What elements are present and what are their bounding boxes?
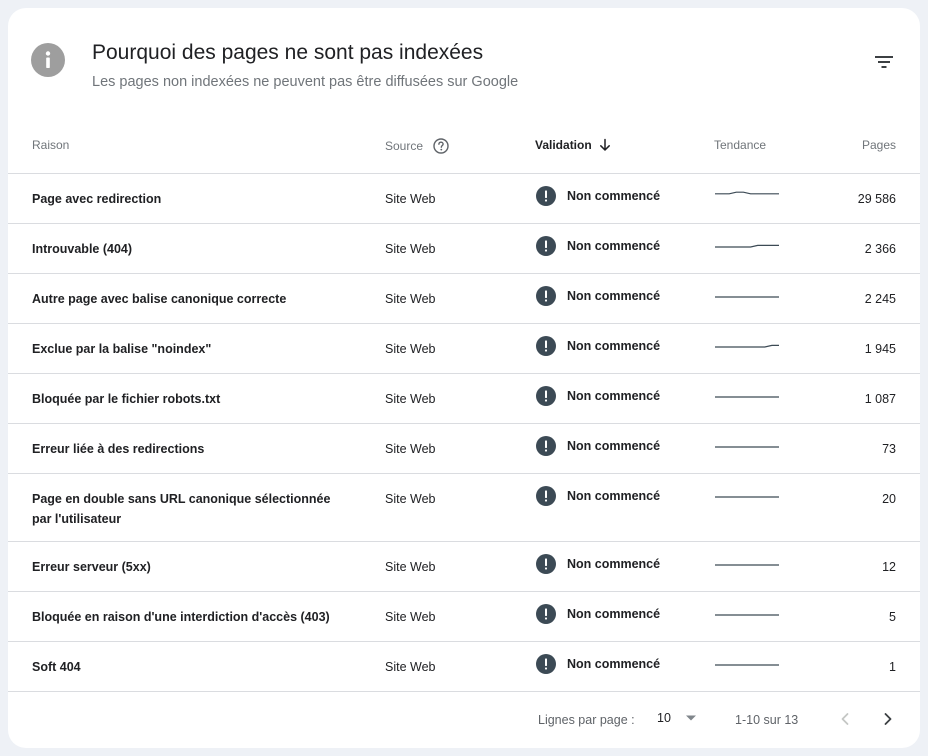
alert-icon [536,654,556,674]
alert-icon [536,436,556,456]
alert-icon [536,236,556,256]
source-label: Site Web [385,660,436,674]
caret-down-icon [685,714,697,722]
validation-status: Non commencé [536,336,660,356]
table-header: Raison Source Validation Tendance Pages [8,120,920,174]
table-row[interactable]: Erreur liée à des redirections Site Web … [8,424,920,474]
trend-line [715,191,779,195]
validation-status: Non commencé [536,554,660,574]
validation-status: Non commencé [536,386,660,406]
trend-sparkline [714,600,780,619]
reason-label: Soft 404 [32,660,81,674]
source-label: Site Web [385,442,436,456]
table-row[interactable]: Erreur serveur (5xx) Site Web Non commen… [8,542,920,592]
pages-count: 5 [889,610,896,624]
reason-label: Erreur serveur (5xx) [32,560,151,574]
column-header-tendance: Tendance [714,138,767,152]
column-header-validation[interactable]: Validation [535,138,612,152]
table-row[interactable]: Bloquée en raison d'une interdiction d'a… [8,592,920,642]
card-header: Pourquoi des pages ne sont pas indexées … [8,8,920,118]
filter-icon [875,56,893,68]
column-header-pages: Pages [861,138,896,152]
validation-status: Non commencé [536,654,660,674]
reason-label: Introuvable (404) [32,242,133,256]
trend-line [715,244,779,248]
table-row[interactable]: Autre page avec balise canonique correct… [8,274,920,324]
alert-icon [536,604,556,624]
validation-status: Non commencé [536,236,660,256]
table-row[interactable]: Bloquée par le fichier robots.txt Site W… [8,374,920,424]
trend-sparkline [714,650,780,669]
chevron-left-icon [841,713,849,725]
trend-sparkline [714,382,780,401]
help-icon[interactable] [433,138,449,154]
table-row[interactable]: Page avec redirection Site Web Non comme… [8,174,920,224]
pages-count: 2 245 [864,292,896,306]
trend-sparkline [714,282,780,301]
table-row[interactable]: Exclue par la balise "noindex" Site Web … [8,324,920,374]
pages-count: 1 945 [864,342,896,356]
column-header-raison: Raison [32,138,70,152]
source-label: Site Web [385,560,436,574]
source-label: Site Web [385,292,436,306]
info-icon [31,43,65,77]
validation-status: Non commencé [536,486,660,506]
source-label: Site Web [385,192,436,206]
page-title: Pourquoi des pages ne sont pas indexées [92,41,484,64]
rows-per-page-select[interactable]: 10 [657,711,697,725]
next-page-button[interactable] [877,708,899,730]
source-label: Site Web [385,610,436,624]
filter-button[interactable] [868,48,900,76]
pages-count: 1 [889,660,896,674]
validation-status: Non commencé [536,604,660,624]
alert-icon [536,286,556,306]
pagination-range: 1-10 sur 13 [735,713,799,727]
reason-label: Autre page avec balise canonique correct… [32,292,287,306]
reason-label: Page en double sans URL canonique sélect… [32,492,331,526]
page-subtitle: Les pages non indexées ne peuvent pas êt… [92,74,519,90]
trend-sparkline [714,482,780,501]
reason-label: Page avec redirection [32,192,162,206]
rows-per-page-label: Lignes par page : [538,713,635,727]
indexing-reasons-card: Pourquoi des pages ne sont pas indexées … [8,8,920,748]
table-row[interactable]: Page en double sans URL canonique sélect… [8,474,920,542]
source-label: Site Web [385,392,436,406]
source-label: Site Web [385,342,436,356]
trend-sparkline [714,182,780,201]
reason-label: Bloquée par le fichier robots.txt [32,392,221,406]
chevron-right-icon [884,713,892,725]
validation-status: Non commencé [536,436,660,456]
column-header-source: Source [385,138,449,154]
source-label: Site Web [385,492,436,506]
reason-label: Bloquée en raison d'une interdiction d'a… [32,610,330,624]
reason-label: Exclue par la balise "noindex" [32,342,212,356]
pagination-bar: Lignes par page : 10 1-10 sur 13 [8,694,920,748]
pages-count: 73 [882,442,896,456]
trend-sparkline [714,432,780,451]
pages-count: 29 586 [857,192,896,206]
alert-icon [536,186,556,206]
trend-sparkline [714,332,780,351]
table-row[interactable]: Introuvable (404) Site Web Non commencé … [8,224,920,274]
pages-count: 12 [882,560,896,574]
trend-sparkline [714,232,780,251]
validation-status: Non commencé [536,286,660,306]
source-label: Site Web [385,242,436,256]
reason-label: Erreur liée à des redirections [32,442,205,456]
trend-line [715,344,779,348]
pages-count: 20 [882,492,896,506]
table-row[interactable]: Soft 404 Site Web Non commencé 1 [8,642,920,692]
pages-count: 2 366 [864,242,896,256]
trend-sparkline [714,550,780,569]
pages-count: 1 087 [864,392,896,406]
reasons-table: Raison Source Validation Tendance Pages … [8,120,920,692]
alert-icon [536,386,556,406]
alert-icon [536,336,556,356]
table-body: Page avec redirection Site Web Non comme… [8,174,920,692]
alert-icon [536,486,556,506]
alert-icon [536,554,556,574]
previous-page-button[interactable] [834,708,856,730]
sort-arrow-down-icon [598,138,612,152]
validation-status: Non commencé [536,186,660,206]
